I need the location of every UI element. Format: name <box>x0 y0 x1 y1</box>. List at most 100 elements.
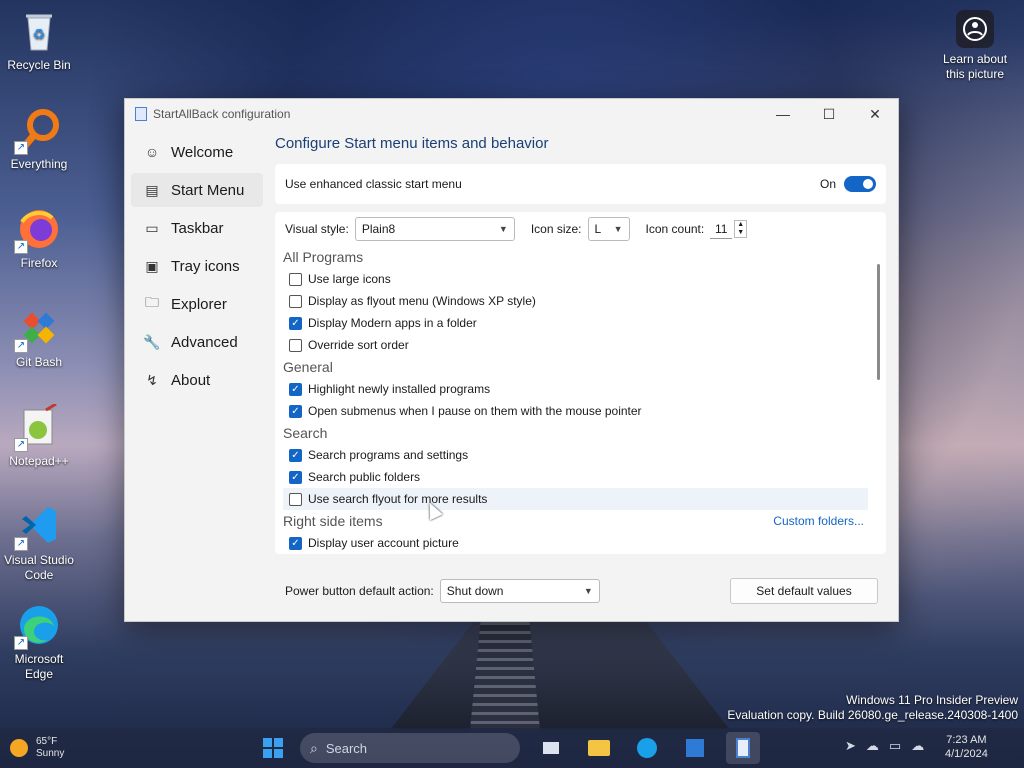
task-view-icon[interactable] <box>534 732 568 764</box>
checkbox-checked[interactable]: ✓ <box>289 448 302 462</box>
nav-item-welcome[interactable]: ☺ Welcome <box>131 135 263 169</box>
options-scrollbar[interactable] <box>877 264 880 380</box>
network-icon[interactable]: ☁ <box>866 738 879 754</box>
options-card: Visual style: Plain8 ▼ Icon size: L ▼ Icon… <box>275 212 886 554</box>
style-options-row: Visual style: Plain8 ▼ Icon size: L ▼ Icon… <box>275 212 886 246</box>
chevron-down-icon: ▼ <box>613 224 623 234</box>
option-label: Search public folders <box>308 470 421 484</box>
icon-count-label: Icon count: <box>645 222 705 236</box>
nav-item-start-menu[interactable]: ▤ Start Menu <box>131 173 263 207</box>
shortcut-arrow-icon: ↗ <box>14 636 28 650</box>
send-icon[interactable]: ➤ <box>845 738 856 754</box>
watermark-line: Windows 11 Pro Insider Preview <box>846 693 1018 707</box>
weather-temperature: 65°F <box>36 736 58 747</box>
nav-item-tray-icons[interactable]: ▣ Tray icons <box>131 249 263 283</box>
taskbar-search[interactable]: ⌕ Search <box>300 733 520 763</box>
checkbox-checked[interactable]: ✓ <box>289 470 302 484</box>
file-explorer-icon[interactable] <box>582 732 616 764</box>
title-bar[interactable]: StartAllBack configuration — ☐ ✕ <box>125 99 898 129</box>
option-search-programs-settings[interactable]: ✓ Search programs and settings <box>283 444 868 466</box>
desktop-icon-edge[interactable]: ↗ Microsoft Edge <box>0 602 78 682</box>
set-default-values-button[interactable]: Set default values <box>730 578 878 604</box>
nav-item-advanced[interactable]: 🔧 Advanced <box>131 325 263 359</box>
folder-icon: 🗀 <box>145 294 159 310</box>
visual-style-select[interactable]: Plain8 ▼ <box>354 217 515 241</box>
icon-size-label: Icon size: <box>530 222 582 236</box>
checkbox[interactable] <box>289 294 302 308</box>
desktop-icon-notepad-plus-plus[interactable]: ↗ Notepad++ <box>0 402 78 469</box>
power-action-value: Shut down <box>446 584 504 598</box>
option-user-account-picture[interactable]: ✓ Display user account picture <box>283 532 868 554</box>
search-placeholder: Search <box>325 740 368 756</box>
checkbox-checked[interactable]: ✓ <box>289 316 302 330</box>
checkbox-checked[interactable]: ✓ <box>289 536 302 550</box>
weather-widget[interactable]: 65°F Sunny <box>10 736 64 760</box>
start-menu-icon: ▤ <box>145 181 159 198</box>
checkbox-checked[interactable]: ✓ <box>289 382 302 396</box>
main-content: Configure Start menu items and behavior … <box>275 135 886 609</box>
power-action-select[interactable]: Shut down ▼ <box>439 579 600 603</box>
maximize-button[interactable]: ☐ <box>806 99 852 129</box>
nav-item-taskbar[interactable]: ▭ Taskbar <box>131 211 263 245</box>
minimize-button[interactable]: — <box>760 99 806 129</box>
icon-size-select[interactable]: L ▼ <box>587 217 630 241</box>
option-label: Use large icons <box>308 272 391 286</box>
start-button[interactable] <box>256 732 290 764</box>
desktop-icon-vscode[interactable]: ↗ Visual Studio Code <box>0 503 78 583</box>
shortcut-arrow-icon: ↗ <box>14 537 28 551</box>
system-tray: ➤ ☁ ▭ ☁ <box>845 738 924 754</box>
learn-about-picture[interactable]: Learn about this picture <box>936 10 1014 82</box>
desktop-icon-recycle-bin[interactable]: ♻ Recycle Bin <box>0 8 78 73</box>
visual-style-value: Plain8 <box>361 222 396 236</box>
option-label: Display user account picture <box>308 536 459 550</box>
shortcut-arrow-icon: ↗ <box>14 339 28 353</box>
option-label: Display as flyout menu (Windows XP style… <box>308 294 536 308</box>
spin-down-icon[interactable]: ▼ <box>737 229 744 237</box>
edge-taskbar-icon[interactable] <box>630 732 664 764</box>
search-icon: ⌕ <box>310 739 318 756</box>
checkbox[interactable] <box>289 272 302 286</box>
notepad-plus-plus-icon: ↗ <box>14 402 62 452</box>
option-modern-apps-folder[interactable]: ✓ Display Modern apps in a folder <box>283 312 868 334</box>
desktop-icon-firefox[interactable]: ↗ Firefox <box>0 206 78 271</box>
desktop-icon-label: Microsoft Edge <box>14 652 64 681</box>
checkbox[interactable] <box>289 492 302 506</box>
option-label: Open submenus when I pause on them with … <box>308 404 642 418</box>
display-icon[interactable]: ▭ <box>889 738 901 754</box>
nav-item-label: Start Menu <box>171 181 245 199</box>
custom-folders-link[interactable]: Custom folders... <box>773 510 864 532</box>
option-flyout-menu[interactable]: Display as flyout menu (Windows XP style… <box>283 290 868 312</box>
cloud-icon[interactable]: ☁ <box>911 738 924 754</box>
svg-text:♻: ♻ <box>33 26 46 42</box>
learn-about-picture-label: Learn about this picture <box>942 52 1008 81</box>
option-highlight-new-programs[interactable]: ✓ Highlight newly installed programs <box>283 378 868 400</box>
option-override-sort-order[interactable]: Override sort order <box>283 334 868 356</box>
enhanced-menu-toggle[interactable] <box>844 176 876 192</box>
option-use-large-icons[interactable]: Use large icons <box>283 268 868 290</box>
nav-item-label: About <box>171 371 211 389</box>
option-open-submenus-on-pause[interactable]: ✓ Open submenus when I pause on them with… <box>283 400 868 422</box>
firefox-icon: ↗ <box>14 206 62 254</box>
option-search-flyout[interactable]: Use search flyout for more results <box>283 488 868 510</box>
desktop-icon-git-bash[interactable]: ↗ Git Bash <box>0 305 78 370</box>
nav-item-label: Welcome <box>171 143 234 161</box>
option-label: Display Modern apps in a folder <box>308 316 477 330</box>
checkbox[interactable] <box>289 338 302 352</box>
option-search-public-folders[interactable]: ✓ Search public folders <box>283 466 868 488</box>
nav-item-explorer[interactable]: 🗀 Explorer <box>131 287 263 321</box>
nav-item-about[interactable]: ↯ About <box>131 363 263 397</box>
enhanced-menu-label: Use enhanced classic start menu <box>285 177 462 191</box>
spin-up-icon[interactable]: ▲ <box>737 221 744 229</box>
desktop-icon-everything[interactable]: ↗ Everything <box>0 107 78 172</box>
wallpaper-pier <box>390 620 730 730</box>
startallback-taskbar-icon[interactable] <box>726 732 760 764</box>
taskbar-clock[interactable]: 7:23 AM 4/1/2024 <box>945 733 988 761</box>
wallpaper-boardwalk <box>470 622 540 730</box>
close-button[interactable]: ✕ <box>852 99 898 129</box>
checkbox-checked[interactable]: ✓ <box>289 404 302 418</box>
git-bash-icon: ↗ <box>14 305 62 353</box>
icon-count-value[interactable]: 11 <box>710 219 733 239</box>
store-icon[interactable] <box>678 732 712 764</box>
icon-count-spinner[interactable]: 11 ▲ ▼ <box>710 219 748 239</box>
recycle-bin-icon: ♻ <box>16 8 62 54</box>
